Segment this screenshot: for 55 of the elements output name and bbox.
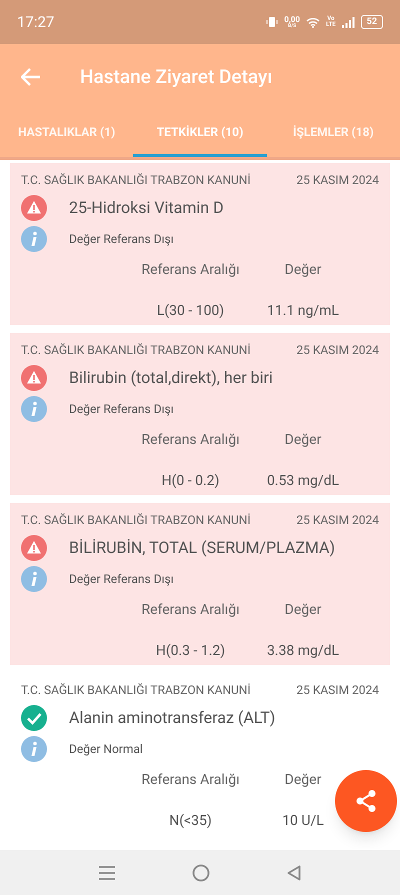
test-date: 25 KASIM 2024 xyxy=(296,342,379,359)
page-title: Hastane Ziyaret Detayı xyxy=(80,64,272,90)
reference-range: H(0 - 0.2) xyxy=(160,472,220,491)
institution-name: T.C. SAĞLIK BAKANLIĞI TRABZON KANUNİ xyxy=(21,512,251,529)
status-note: Değer Referans Dışı xyxy=(69,231,174,248)
institution-name: T.C. SAĞLIK BAKANLIĞI TRABZON KANUNİ xyxy=(21,172,251,189)
test-date: 25 KASIM 2024 xyxy=(296,512,379,529)
home-icon[interactable] xyxy=(192,864,210,882)
test-card[interactable]: T.C. SAĞLIK BAKANLIĞI TRABZON KANUNİ 25 KASIM 2024 25-Hidroksi Vitamin D Değer Referans Dışı Referans Aralığı Değer L(30 - 100) 11.1 ng/mL xyxy=(10,163,390,325)
vibrate-icon xyxy=(266,16,278,28)
test-date: 25 KASIM 2024 xyxy=(296,172,379,189)
check-icon xyxy=(21,705,47,731)
institution-name: T.C. SAĞLIK BAKANLIĞI TRABZON KANUNİ xyxy=(21,682,251,699)
test-value: 3.38 mg/dL xyxy=(266,642,340,661)
signal-icon xyxy=(342,16,355,28)
reference-range: N(<35) xyxy=(168,812,213,831)
test-value: 11.1 ng/mL xyxy=(266,302,340,321)
column-header: Referans Aralığı xyxy=(140,261,241,280)
reference-range: L(30 - 100) xyxy=(156,302,226,321)
info-icon xyxy=(21,396,47,422)
institution-name: T.C. SAĞLIK BAKANLIĞI TRABZON KANUNİ xyxy=(21,342,251,359)
column-header: Referans Aralığı xyxy=(140,771,241,790)
column-header: Referans Aralığı xyxy=(140,431,241,450)
share-icon xyxy=(355,789,377,813)
column-header: Değer xyxy=(284,601,322,620)
net-speed: 0,00 xyxy=(284,16,300,24)
test-name: 25-Hidroksi Vitamin D xyxy=(69,197,224,219)
test-name: BİLİRUBİN, TOTAL (SERUM/PLAZMA) xyxy=(69,537,336,559)
info-icon xyxy=(21,736,47,762)
wifi-icon xyxy=(306,16,320,28)
column-header: Değer xyxy=(284,431,322,450)
test-card[interactable]: T.C. SAĞLIK BAKANLIĞI TRABZON KANUNİ 25 KASIM 2024 BİLİRUBİN, TOTAL (SERUM/PLAZMA) Değer Referans Dışı Referans Aralığı Değer H(0.3 - 1.2) 3.38 mg/dL xyxy=(10,503,390,665)
column-header: Değer xyxy=(284,771,322,790)
menu-icon[interactable] xyxy=(98,866,115,880)
test-date: 25 KASIM 2024 xyxy=(296,682,379,699)
status-note: Değer Referans Dışı xyxy=(69,401,174,418)
info-icon xyxy=(21,566,47,592)
back-icon[interactable] xyxy=(287,864,302,880)
test-value: 10 U/L xyxy=(281,812,325,831)
reference-range: H(0.3 - 1.2) xyxy=(154,642,226,661)
battery: 52 xyxy=(360,15,383,29)
column-header: Değer xyxy=(284,261,322,280)
test-value: 0.53 mg/dL xyxy=(266,472,340,491)
clock: 17:27 xyxy=(17,12,54,33)
test-card[interactable]: T.C. SAĞLIK BAKANLIĞI TRABZON KANUNİ 25 KASIM 2024 Bilirubin (total,direkt), her biri Değer Referans Dışı Referans Aralığı Değer H(0 - 0.2) 0.53 mg/dL xyxy=(10,333,390,495)
test-name: Alanin aminotransferaz (ALT) xyxy=(69,707,276,729)
warning-icon xyxy=(21,195,47,221)
info-icon xyxy=(21,226,47,252)
status-note: Değer Normal xyxy=(69,741,143,758)
back-arrow-icon xyxy=(21,68,41,86)
warning-icon xyxy=(21,365,47,391)
test-name: Bilirubin (total,direkt), her biri xyxy=(69,367,273,389)
column-header: Referans Aralığı xyxy=(140,601,241,620)
status-note: Değer Referans Dışı xyxy=(69,571,174,588)
warning-icon xyxy=(21,535,47,561)
